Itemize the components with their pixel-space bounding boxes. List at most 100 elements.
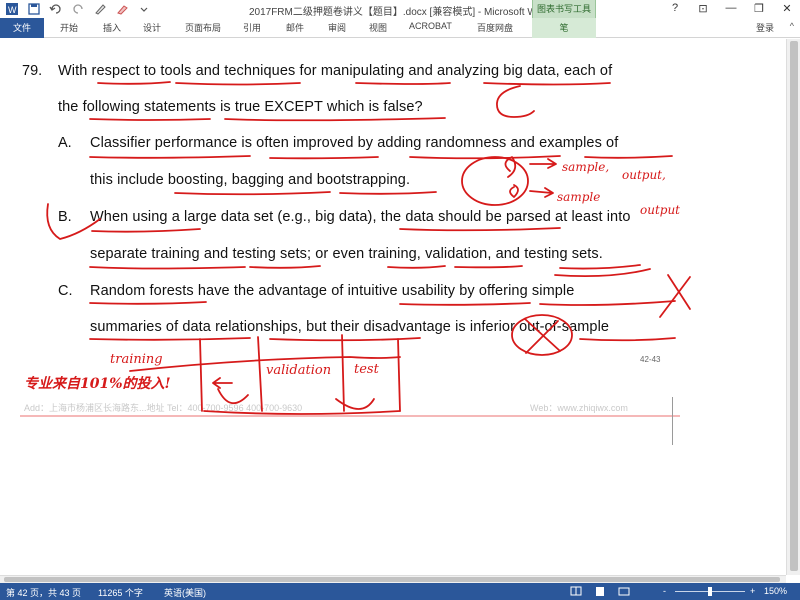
- ink-underline: [399, 302, 531, 306]
- ink-underline: [355, 82, 451, 85]
- ink-underline: [579, 337, 676, 342]
- tab-design[interactable]: 设计: [143, 21, 161, 34]
- ink-underline: [249, 265, 321, 269]
- ink-underline: [89, 118, 211, 121]
- ink-underline: [89, 337, 251, 341]
- footer-divider: [20, 415, 680, 417]
- maximize-button[interactable]: ❐: [752, 2, 766, 15]
- ink-underline: [387, 265, 446, 269]
- page-reference: 42-43: [640, 355, 661, 364]
- ink-underline: [224, 117, 446, 122]
- question-line-1: With respect to tools and techniques for…: [58, 63, 613, 79]
- ink-diagram-line: [129, 356, 401, 372]
- question-line-2: the following statements is true EXCEPT …: [58, 99, 423, 115]
- tab-acrobat[interactable]: ACROBAT: [409, 21, 452, 31]
- option-b-line-1: When using a large data set (e.g., big d…: [90, 209, 631, 225]
- ink-word-output-1: output,: [622, 168, 666, 182]
- ink-mark: [509, 184, 519, 198]
- ink-underline: [174, 191, 331, 196]
- tab-file[interactable]: 文件: [0, 18, 44, 38]
- ink-underline: [539, 300, 676, 306]
- ink-underline: [409, 155, 561, 160]
- ink-arrow: [529, 158, 557, 169]
- footer-website: Web：www.zhiqiwx.com: [530, 403, 628, 413]
- ink-answer-c: [496, 85, 535, 118]
- zoom-slider-thumb[interactable]: [708, 587, 712, 596]
- ink-underline: [97, 81, 171, 85]
- print-layout-icon[interactable]: [594, 586, 606, 597]
- title-bar: W 2017FRM二级押题卷讲义【题目】.docx [兼容模式] - Micro…: [0, 0, 800, 18]
- status-bar: 第 42 页，共 43 页 11265 个字 英语(美国) - + 150%: [0, 583, 800, 600]
- web-layout-icon[interactable]: [618, 586, 630, 597]
- ink-underline: [483, 82, 611, 86]
- ink-underline: [399, 227, 561, 232]
- window-controls: ? ⊡ — ❐ ✕: [668, 2, 794, 15]
- ink-word-sample-2: sample: [557, 190, 600, 204]
- language[interactable]: 英语(美国): [164, 586, 206, 599]
- ink-underline: [339, 191, 437, 195]
- zoom-in-button[interactable]: +: [750, 586, 755, 596]
- ink-underline: [454, 265, 523, 269]
- ink-mark: [504, 156, 517, 178]
- ink-circle: [461, 156, 529, 206]
- ink-word-test: test: [354, 362, 380, 377]
- help-button[interactable]: ?: [668, 2, 682, 15]
- ink-underline: [89, 301, 207, 305]
- option-c-letter: C.: [58, 283, 73, 299]
- page-count[interactable]: 第 42 页，共 43 页: [6, 586, 81, 599]
- tab-references[interactable]: 引用: [243, 21, 261, 34]
- signin-link[interactable]: 登录: [756, 21, 774, 34]
- ink-annotations: sample, output, sample output training v…: [24, 81, 691, 415]
- option-b-letter: B.: [58, 209, 72, 225]
- option-c-line-1: Random forests have the advantage of int…: [90, 283, 575, 299]
- horizontal-scrollbar[interactable]: [0, 575, 786, 583]
- ink-underline: [554, 268, 651, 278]
- ribbon-display-button[interactable]: ⊡: [696, 2, 710, 15]
- tab-page-layout[interactable]: 页面布局: [185, 21, 221, 34]
- tab-mailings[interactable]: 邮件: [286, 21, 304, 34]
- tab-home[interactable]: 开始: [60, 21, 78, 34]
- ink-underline: [584, 155, 673, 159]
- close-button[interactable]: ✕: [780, 2, 794, 15]
- ink-underline: [269, 337, 421, 342]
- option-a-line-1: Classifier performance is often improved…: [90, 135, 619, 151]
- read-mode-icon[interactable]: [570, 586, 582, 597]
- minimize-button[interactable]: —: [724, 2, 738, 15]
- collapse-ribbon-icon[interactable]: ^: [790, 21, 794, 31]
- contextual-tab-group: 图表书写工具: [532, 0, 596, 18]
- ink-diagram-line: [341, 334, 345, 412]
- ink-word-training: training: [110, 352, 163, 367]
- document-canvas[interactable]: 79. With respect to tools and techniques…: [0, 39, 786, 575]
- zoom-level[interactable]: 150%: [764, 586, 787, 596]
- ribbon-tabs: 文件 开始 插入 设计 页面布局 引用 邮件 审阅 视图 ACROBAT 百度网…: [0, 18, 800, 38]
- ink-underline: [175, 82, 301, 86]
- ink-underline: [559, 264, 641, 270]
- ink-underline: [269, 156, 379, 160]
- ink-slogan: 专业来自101%的投入!: [24, 375, 171, 392]
- ink-word-sample-1: sample,: [562, 160, 609, 174]
- footer-address: Add：上海市杨浦区长海路东...地址 Tel：400-700-9596 400…: [24, 403, 303, 413]
- option-a-letter: A.: [58, 135, 72, 151]
- page-edge: [672, 397, 673, 445]
- word-count[interactable]: 11265 个字: [98, 586, 143, 599]
- horizontal-scroll-thumb[interactable]: [4, 577, 780, 582]
- tab-baidu-netdisk[interactable]: 百度网盘: [477, 21, 513, 34]
- ink-diagram-line: [257, 336, 263, 412]
- ink-underline: [91, 228, 201, 233]
- ink-cross: [659, 274, 691, 318]
- option-b-line-2: separate training and testing sets; or e…: [90, 246, 603, 262]
- tab-review[interactable]: 审阅: [328, 21, 346, 34]
- vertical-scrollbar[interactable]: [786, 39, 800, 575]
- ink-diagram-line: [397, 338, 401, 412]
- question-number: 79.: [22, 63, 43, 79]
- tab-view[interactable]: 视图: [369, 21, 387, 34]
- option-a-line-2: this include boosting, bagging and boots…: [90, 172, 411, 188]
- tab-pen[interactable]: 笔: [532, 18, 596, 38]
- ink-word-output-2: output: [640, 203, 680, 217]
- tab-insert[interactable]: 插入: [103, 21, 121, 34]
- vertical-scroll-thumb[interactable]: [790, 41, 798, 571]
- ink-arrow: [529, 187, 554, 198]
- zoom-out-button[interactable]: -: [663, 586, 666, 596]
- ink-underline: [89, 155, 251, 159]
- ink-underline: [89, 266, 246, 270]
